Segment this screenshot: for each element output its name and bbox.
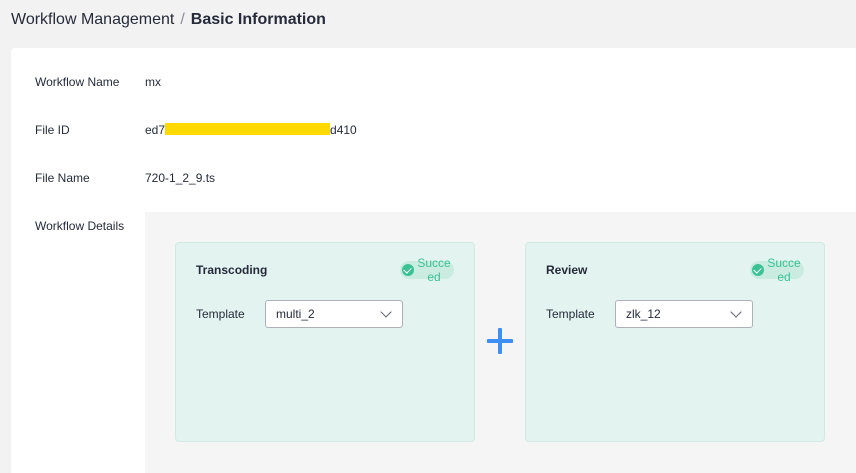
status-badge: Succeed bbox=[400, 256, 454, 284]
file-id-suffix: d410 bbox=[330, 123, 357, 137]
check-circle-icon bbox=[752, 264, 764, 276]
file-id-value: ed7 d410 bbox=[145, 123, 357, 137]
file-name-label: File Name bbox=[35, 171, 90, 185]
node-title: Review bbox=[546, 263, 588, 277]
workflow-name-label: Workflow Name bbox=[35, 75, 120, 89]
node-title: Transcoding bbox=[196, 263, 268, 277]
workflow-node-transcoding[interactable]: Transcoding Succeed Template multi_2 bbox=[175, 242, 475, 442]
template-label: Template bbox=[546, 307, 595, 321]
breadcrumb-separator: / bbox=[180, 11, 185, 28]
breadcrumb: Workflow Management / Basic Information bbox=[11, 9, 326, 31]
page-title: Basic Information bbox=[190, 11, 326, 28]
workflow-details-row: Workflow Details bbox=[35, 219, 145, 233]
template-select[interactable]: zlk_12 bbox=[615, 300, 753, 328]
breadcrumb-parent-link[interactable]: Workflow Management bbox=[11, 11, 174, 29]
basic-info-panel: Workflow Name mx File ID ed7 d410 File Na… bbox=[11, 48, 856, 473]
workflow-details-label: Workflow Details bbox=[35, 219, 125, 233]
status-text: Succeed bbox=[417, 256, 451, 284]
workflow-details-canvas: Transcoding Succeed Template multi_2 Rev… bbox=[145, 212, 856, 473]
chevron-down-icon bbox=[730, 306, 742, 318]
workflow-node-review[interactable]: Review Succeed Template zlk_12 bbox=[525, 242, 825, 442]
template-select[interactable]: multi_2 bbox=[265, 300, 403, 328]
template-select-value: multi_2 bbox=[276, 307, 315, 321]
status-text: Succeed bbox=[767, 256, 801, 284]
status-badge: Succeed bbox=[750, 256, 804, 284]
plus-icon bbox=[487, 328, 513, 354]
check-circle-icon bbox=[402, 264, 414, 276]
workflow-name-row: Workflow Name mx bbox=[35, 75, 161, 89]
workflow-name-value: mx bbox=[145, 75, 161, 89]
file-id-prefix: ed7 bbox=[145, 123, 166, 137]
template-label: Template bbox=[196, 307, 245, 321]
file-id-row: File ID ed7 d410 bbox=[35, 123, 357, 137]
template-select-value: zlk_12 bbox=[626, 307, 661, 321]
redaction-bar bbox=[165, 123, 331, 135]
file-id-label: File ID bbox=[35, 123, 70, 137]
chevron-down-icon bbox=[380, 306, 392, 318]
file-name-value: 720-1_2_9.ts bbox=[145, 171, 216, 185]
file-name-row: File Name 720-1_2_9.ts bbox=[35, 171, 215, 185]
